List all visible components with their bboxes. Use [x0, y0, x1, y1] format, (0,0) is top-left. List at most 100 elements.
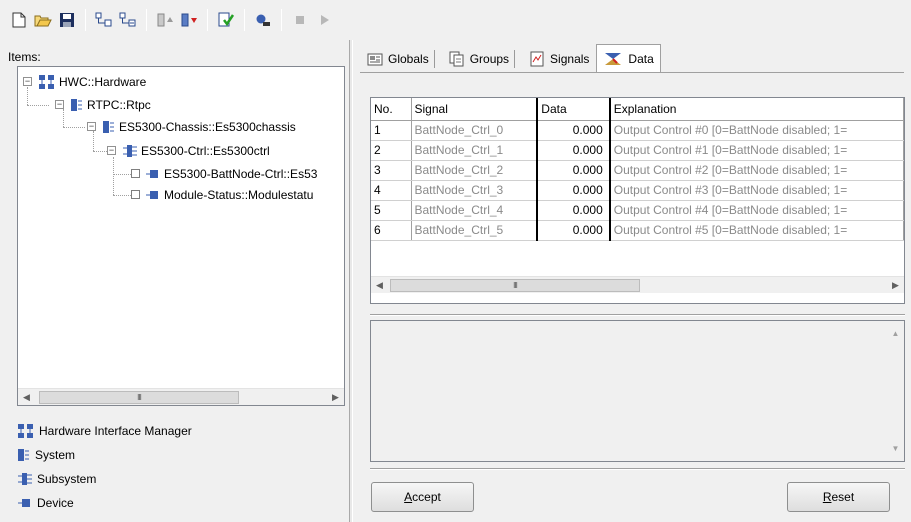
collapse-toggle[interactable]: − [87, 122, 96, 131]
data-grid[interactable]: No. Signal Data Explanation 1 BattNode_C… [370, 97, 905, 304]
data-icon [605, 52, 622, 65]
table-row[interactable]: 5 BattNode_Ctrl_4 0.000 Output Control #… [371, 200, 904, 221]
cell-data[interactable]: 0.000 [537, 220, 611, 241]
tree-node-ctrl[interactable]: ES5300-Ctrl::Es5300ctrl [122, 142, 270, 160]
cell-data[interactable]: 0.000 [537, 160, 611, 181]
open-icon[interactable] [32, 9, 54, 31]
cell-data[interactable]: 0.000 [537, 120, 611, 141]
scroll-down-icon[interactable]: ▼ [892, 444, 900, 453]
detail-vertical-scrollbar[interactable]: ▲ ▼ [887, 321, 904, 461]
col-header-signal[interactable]: Signal [411, 98, 539, 121]
detail-textarea[interactable]: ▲ ▼ [370, 320, 905, 462]
col-header-no[interactable]: No. [371, 98, 412, 121]
items-tree[interactable]: − HWC::Hardware − RTPC::Rtpc − ES5300-Ch… [17, 66, 345, 406]
tree-connector [27, 87, 28, 105]
signals-icon [530, 51, 544, 67]
cell-no: 3 [371, 160, 412, 181]
tab-label: Signals [550, 52, 590, 66]
tree-connector [27, 105, 49, 106]
cell-explanation: Output Control #0 [0=BattNode disabled; … [609, 120, 904, 141]
scroll-left-icon[interactable]: ◀ [18, 389, 35, 406]
tab-groups[interactable]: Groups [442, 46, 522, 72]
scroll-right-icon[interactable]: ▶ [327, 389, 344, 406]
legend-subsystem: Subsystem [17, 470, 96, 488]
move-up-icon[interactable] [154, 9, 176, 31]
tree-collapse-icon[interactable] [117, 9, 139, 31]
tree-connector [93, 131, 94, 151]
scroll-thumb[interactable]: III [39, 390, 239, 404]
divider [370, 468, 905, 470]
new-icon[interactable] [8, 9, 30, 31]
module-status-checkbox[interactable] [131, 190, 140, 199]
cell-signal: BattNode_Ctrl_5 [411, 220, 539, 241]
tab-globals[interactable]: Globals [360, 46, 442, 72]
tree-node-rtpc[interactable]: RTPC::Rtpc [70, 96, 151, 114]
table-row[interactable]: 4 BattNode_Ctrl_3 0.000 Output Control #… [371, 180, 904, 201]
tree-node-hardware[interactable]: HWC::Hardware [38, 73, 146, 91]
cell-data[interactable]: 0.000 [537, 200, 611, 221]
tree-expand-icon[interactable] [93, 9, 115, 31]
legend-device: Device [17, 494, 74, 512]
tree-node-module-status[interactable]: Module-Status::Modulestatu [145, 186, 313, 204]
scroll-right-icon[interactable]: ▶ [887, 277, 904, 294]
cell-data[interactable]: 0.000 [537, 140, 611, 161]
legend-label: Hardware Interface Manager [39, 424, 192, 438]
table-row[interactable]: 6 BattNode_Ctrl_5 0.000 Output Control #… [371, 220, 904, 241]
connect-icon[interactable] [252, 9, 274, 31]
scroll-left-icon[interactable]: ◀ [371, 277, 388, 294]
legend-system: System [17, 446, 75, 464]
cell-no: 2 [371, 140, 412, 161]
grid-horizontal-scrollbar[interactable]: ◀ III ▶ [371, 276, 904, 293]
tree-node-label: ES5300-Chassis::Es5300chassis [119, 120, 296, 134]
tree-node-label: Module-Status::Modulestatu [164, 188, 314, 202]
tab-data[interactable]: Data [596, 44, 661, 72]
table-row[interactable]: 3 BattNode_Ctrl_2 0.000 Output Control #… [371, 160, 904, 181]
tree-connector [63, 109, 64, 127]
accept-label: ccept [412, 490, 441, 504]
system-icon [103, 121, 114, 133]
table-row[interactable]: 2 BattNode_Ctrl_1 0.000 Output Control #… [371, 140, 904, 161]
col-header-data[interactable]: Data [537, 98, 611, 121]
system-icon [71, 99, 82, 111]
tree-node-label: RTPC::Rtpc [87, 98, 151, 112]
reset-mnemonic: R [822, 490, 832, 504]
tree-node-label: ES5300-Ctrl::Es5300ctrl [141, 144, 270, 158]
legend-label: Device [37, 496, 74, 510]
accept-button[interactable]: Accept [371, 482, 474, 512]
collapse-toggle[interactable]: − [23, 77, 32, 86]
save-icon[interactable] [56, 9, 78, 31]
col-header-explanation[interactable]: Explanation [609, 98, 904, 121]
cell-data[interactable]: 0.000 [537, 180, 611, 201]
scroll-track[interactable]: III [388, 278, 887, 293]
cell-explanation: Output Control #4 [0=BattNode disabled; … [609, 200, 904, 221]
cell-signal: BattNode_Ctrl_0 [411, 120, 539, 141]
scroll-up-icon[interactable]: ▲ [892, 329, 900, 338]
toolbar-separator [146, 9, 147, 31]
scroll-thumb[interactable]: III [390, 278, 640, 292]
subsystem-icon [123, 145, 137, 157]
cell-no: 1 [371, 120, 412, 141]
pane-splitter[interactable] [349, 40, 353, 522]
collapse-toggle[interactable]: − [107, 146, 116, 155]
cell-no: 4 [371, 180, 412, 201]
scroll-track[interactable]: III [35, 390, 327, 405]
tree-node-battnode[interactable]: ES5300-BattNode-Ctrl::Es53 [145, 165, 318, 183]
divider [370, 314, 905, 316]
move-down-icon[interactable] [178, 9, 200, 31]
play-icon[interactable] [313, 9, 335, 31]
groups-icon [449, 51, 464, 67]
accept-mnemonic: A [404, 490, 413, 504]
table-row[interactable]: 1 BattNode_Ctrl_0 0.000 Output Control #… [371, 120, 904, 141]
tree-connector [113, 157, 114, 195]
toolbar [0, 0, 911, 40]
check-icon[interactable] [215, 9, 237, 31]
reset-button[interactable]: Reset [787, 482, 890, 512]
battnode-checkbox[interactable] [131, 169, 140, 178]
tree-node-chassis[interactable]: ES5300-Chassis::Es5300chassis [102, 118, 296, 136]
toolbar-separator [244, 9, 245, 31]
stop-icon[interactable] [289, 9, 311, 31]
tree-horizontal-scrollbar[interactable]: ◀ III ▶ [18, 388, 344, 405]
items-label: Items: [8, 50, 41, 64]
tab-signals[interactable]: Signals [522, 46, 596, 72]
collapse-toggle[interactable]: − [55, 100, 64, 109]
